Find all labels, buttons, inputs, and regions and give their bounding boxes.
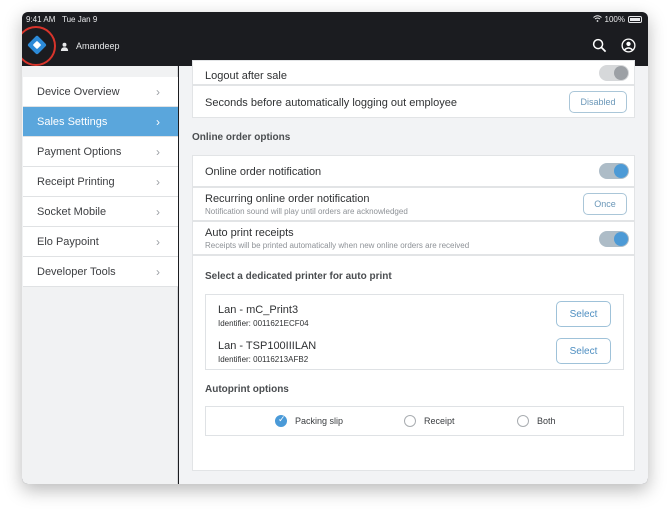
logout-after-sale-toggle[interactable] <box>599 65 629 81</box>
select-printer-button[interactable]: Select <box>556 301 611 327</box>
printer-identifier: Identifier: 00116213AFB2 <box>218 355 309 364</box>
printer-section-heading: Select a dedicated printer for auto prin… <box>205 271 392 282</box>
wifi-icon <box>592 15 602 24</box>
printer-name: Lan - TSP100IIILAN <box>218 340 317 352</box>
sidebar-item-label: Device Overview <box>37 85 120 98</box>
radio-label: Packing slip <box>295 416 344 426</box>
printer-identifier: Identifier: 0011621ECF04 <box>218 319 309 328</box>
radio-unchecked-icon <box>404 415 416 427</box>
toggle-knob <box>614 66 628 80</box>
chevron-right-icon: › <box>156 115 160 129</box>
radio-label: Receipt <box>424 416 455 426</box>
seconds-before-logout-label: Seconds before automatically logging out… <box>205 97 457 109</box>
auto-print-toggle[interactable] <box>599 231 629 247</box>
auto-print-sub: Receipts will be printed automatically w… <box>205 241 470 250</box>
settings-content: Logout after sale Seconds before automat… <box>179 60 648 484</box>
recurring-notification-label: Recurring online order notification <box>205 193 370 205</box>
printer-item[interactable]: Lan - TSP100IIILAN Identifier: 00116213A… <box>218 340 316 364</box>
battery-icon <box>628 16 642 23</box>
radio-unchecked-icon <box>517 415 529 427</box>
status-time: 9:41 AM <box>26 15 56 24</box>
auto-print-settings-panel: Select a dedicated printer for auto prin… <box>192 255 635 471</box>
account-icon[interactable] <box>621 38 636 53</box>
toggle-knob <box>614 232 628 246</box>
user-name: Amandeep <box>76 41 120 51</box>
online-order-notification-row: Online order notification <box>192 155 635 187</box>
chevron-right-icon: › <box>156 205 160 219</box>
auto-print-text: Auto print receipts Receipts will be pri… <box>205 227 469 250</box>
sidebar-item-developer-tools[interactable]: Developer Tools › <box>23 257 178 287</box>
radio-receipt[interactable]: Receipt <box>404 415 455 427</box>
search-icon[interactable] <box>592 38 607 53</box>
sidebar-item-label: Elo Paypoint <box>37 235 99 248</box>
sidebar-item-label: Payment Options <box>37 145 122 158</box>
radio-both[interactable]: Both <box>517 415 556 427</box>
printer-name: Lan - mC_Print3 <box>218 304 299 316</box>
sidebar-item-label: Developer Tools <box>37 265 116 278</box>
logout-after-sale-label: Logout after sale <box>205 70 287 82</box>
user-icon <box>60 42 69 51</box>
autoprint-options-group: Packing slip Receipt Both <box>205 406 624 436</box>
tablet-screen: 9:41 AM Tue Jan 9 100% Amandeep Device O… <box>22 12 648 484</box>
select-printer-button[interactable]: Select <box>556 338 611 364</box>
recurring-notification-row: Recurring online order notification Noti… <box>192 187 635 221</box>
sidebar-item-socket-mobile[interactable]: Socket Mobile › <box>23 197 178 227</box>
autoprint-options-heading: Autoprint options <box>205 384 289 395</box>
sidebar-item-sales-settings[interactable]: Sales Settings › <box>23 107 178 137</box>
radio-packing-slip[interactable]: Packing slip <box>275 415 343 427</box>
top-icons <box>592 38 636 53</box>
printer-item[interactable]: Lan - mC_Print3 Identifier: 0011621ECF04 <box>218 304 309 328</box>
recurring-notification-text: Recurring online order notification Noti… <box>205 193 408 216</box>
sidebar-item-payment-options[interactable]: Payment Options › <box>23 137 178 167</box>
chevron-right-icon: › <box>156 235 160 249</box>
recurring-notification-value[interactable]: Once <box>583 193 627 215</box>
battery-percent: 100% <box>604 15 625 24</box>
chevron-right-icon: › <box>156 85 160 99</box>
recurring-notification-sub: Notification sound will play until order… <box>205 207 408 216</box>
online-order-options-heading: Online order options <box>192 132 291 143</box>
auto-print-row: Auto print receipts Receipts will be pri… <box>192 221 635 255</box>
sidebar-item-label: Sales Settings <box>37 115 108 128</box>
printer-list: Lan - mC_Print3 Identifier: 0011621ECF04… <box>205 294 624 370</box>
chevron-right-icon: › <box>156 175 160 189</box>
toggle-knob <box>614 164 628 178</box>
sidebar-item-elo-paypoint[interactable]: Elo Paypoint › <box>23 227 178 257</box>
radio-label: Both <box>537 416 556 426</box>
sidebar-item-device-overview[interactable]: Device Overview › <box>23 77 178 107</box>
status-date: Tue Jan 9 <box>62 15 98 24</box>
sidebar: Device Overview › Sales Settings › Payme… <box>22 66 178 484</box>
sidebar-item-label: Socket Mobile <box>37 205 107 218</box>
chevron-right-icon: › <box>156 145 160 159</box>
status-right: 100% <box>592 15 642 24</box>
sidebar-item-label: Receipt Printing <box>37 175 115 188</box>
online-order-notification-label: Online order notification <box>205 166 322 178</box>
status-bar: 9:41 AM Tue Jan 9 100% <box>22 12 648 28</box>
sidebar-item-receipt-printing[interactable]: Receipt Printing › <box>23 167 178 197</box>
seconds-before-logout-row: Seconds before automatically logging out… <box>192 85 635 118</box>
seconds-before-logout-value[interactable]: Disabled <box>569 91 627 113</box>
radio-checked-icon <box>275 415 287 427</box>
logout-after-sale-row: Logout after sale <box>192 60 635 85</box>
chevron-right-icon: › <box>156 265 160 279</box>
auto-print-label: Auto print receipts <box>205 227 294 239</box>
online-order-notification-toggle[interactable] <box>599 163 629 179</box>
current-user[interactable]: Amandeep <box>60 41 120 51</box>
